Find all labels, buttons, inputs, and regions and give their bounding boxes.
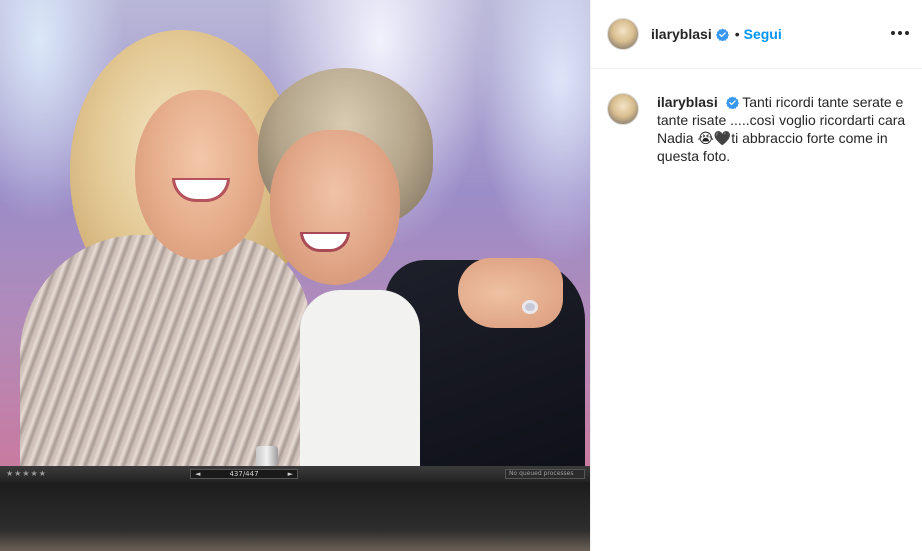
screen-bezel: [0, 482, 590, 551]
photo-figure-left-face: [135, 90, 265, 260]
verified-badge-icon: [715, 28, 729, 41]
post-media[interactable]: ★★★★★ ◄ 437/447 ► No queued processes: [0, 0, 590, 551]
post-header: ilaryblasi • Segui: [591, 0, 922, 69]
photo-hand: [458, 258, 563, 328]
queue-status: No queued processes: [505, 469, 585, 479]
follow-button[interactable]: Segui: [744, 26, 782, 42]
photo-bracelet: [256, 446, 278, 466]
more-dot: [905, 31, 909, 35]
more-dot: [898, 31, 902, 35]
caption-avatar[interactable]: [607, 93, 639, 125]
photo-figure-right-shirt: [300, 290, 420, 466]
separator-dot: •: [734, 26, 740, 42]
next-arrow-icon: ►: [287, 470, 293, 478]
caption-body: ilaryblasi Tanti ricordi tante serate e …: [657, 93, 907, 165]
caption-username[interactable]: ilaryblasi: [657, 94, 718, 110]
photo-figure-left-dress: [20, 235, 310, 466]
avatar[interactable]: [607, 18, 639, 50]
post-side-panel: ilaryblasi • Segui ilaryblasi Tanti rico…: [590, 0, 922, 551]
photo-ring: [522, 300, 538, 314]
caption-verified-badge-icon: [725, 96, 739, 109]
photo-figure-right-face: [270, 130, 400, 285]
screen-toolbar: ★★★★★ ◄ 437/447 ► No queued processes: [0, 466, 590, 482]
more-dot: [891, 31, 895, 35]
post-caption: ilaryblasi Tanti ricordi tante serate e …: [607, 93, 907, 165]
rating-stars: ★★★★★: [6, 469, 47, 478]
post-photo: [0, 0, 590, 466]
more-options-icon[interactable]: [891, 24, 909, 42]
prev-arrow-icon: ◄: [195, 470, 201, 478]
header-username[interactable]: ilaryblasi: [651, 26, 712, 42]
image-counter: 437/447: [229, 470, 259, 478]
screen-nav-control: ◄ 437/447 ►: [190, 469, 298, 479]
